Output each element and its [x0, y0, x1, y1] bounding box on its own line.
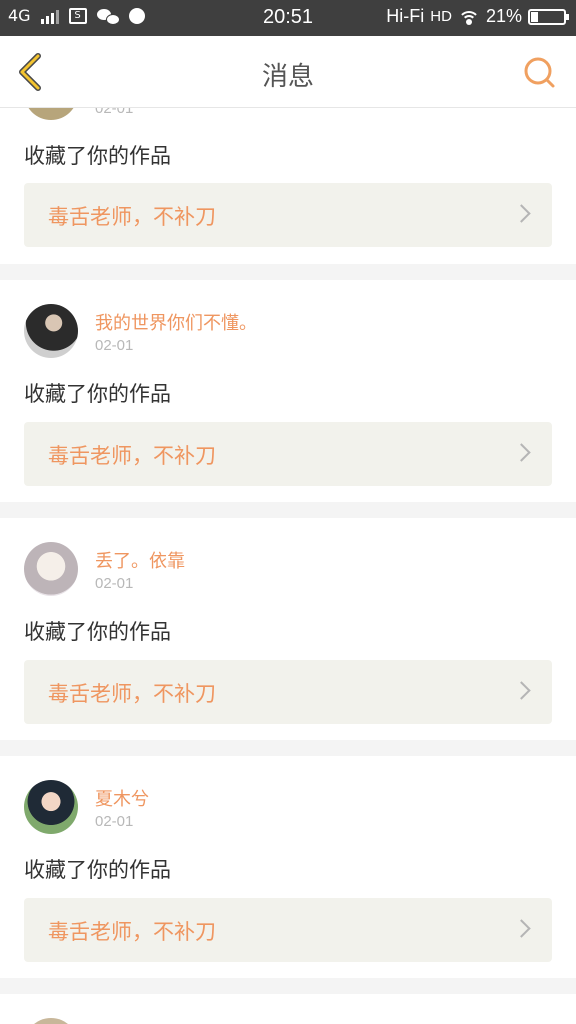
search-button[interactable] [522, 56, 556, 90]
search-icon [524, 57, 555, 88]
work-link[interactable]: 毒舌老师，不补刀 [24, 660, 552, 724]
work-title: 毒舌老师，不补刀 [48, 682, 216, 706]
message-date: 02-01 [95, 108, 134, 117]
status-bar: 4G S 20:51 Hi-Fi HD 21% [0, 0, 576, 36]
chevron-right-icon [512, 681, 531, 700]
message-card: 夏木兮 02-01 收藏了你的作品 毒舌老师，不补刀 [0, 756, 576, 978]
message-card [0, 994, 576, 1024]
message-date: 02-01 [95, 813, 134, 830]
user-name[interactable]: 夏木兮 [95, 785, 149, 811]
message-card: 丢了。依靠 02-01 收藏了你的作品 毒舌老师，不补刀 [0, 518, 576, 740]
work-link[interactable]: 毒舌老师，不补刀 [24, 898, 552, 962]
avatar[interactable] [24, 780, 78, 834]
message-date: 02-01 [95, 575, 134, 592]
user-name[interactable]: 我的世界你们不懂。 [95, 309, 257, 335]
work-title: 毒舌老师，不补刀 [48, 205, 216, 229]
avatar[interactable] [24, 108, 78, 120]
message-card: 我的世界你们不懂。 02-01 收藏了你的作品 毒舌老师，不补刀 [0, 280, 576, 502]
message-card: 02-01 收藏了你的作品 毒舌老师，不补刀 [0, 108, 576, 264]
battery-fill [531, 11, 539, 22]
message-date: 02-01 [95, 337, 134, 354]
action-text: 收藏了你的作品 [24, 858, 171, 882]
avatar[interactable] [24, 542, 78, 596]
action-text: 收藏了你的作品 [24, 144, 171, 168]
chevron-right-icon [512, 919, 531, 938]
work-link[interactable]: 毒舌老师，不补刀 [24, 422, 552, 486]
action-text: 收藏了你的作品 [24, 620, 171, 644]
chevron-right-icon [512, 204, 531, 223]
work-title: 毒舌老师，不补刀 [48, 920, 216, 944]
message-list[interactable]: 02-01 收藏了你的作品 毒舌老师，不补刀 我的世界你们不懂。 02-01 收… [0, 108, 576, 1024]
battery-percent: 21% [485, 6, 522, 26]
nav-bar: 消息 [0, 36, 576, 108]
status-right: Hi-Fi HD 21% [386, 6, 569, 27]
hifi-label: Hi-Fi [386, 6, 425, 26]
chevron-right-icon [512, 443, 531, 462]
battery-icon [528, 8, 569, 25]
avatar[interactable] [24, 1018, 78, 1024]
work-title: 毒舌老师，不补刀 [48, 444, 216, 468]
avatar[interactable] [24, 304, 78, 358]
page-title: 消息 [261, 62, 314, 92]
wifi-icon [457, 9, 480, 25]
hd-label: HD [430, 8, 452, 25]
user-name[interactable]: 丢了。依靠 [95, 547, 185, 573]
action-text: 收藏了你的作品 [24, 382, 171, 406]
work-link[interactable]: 毒舌老师，不补刀 [24, 183, 552, 247]
